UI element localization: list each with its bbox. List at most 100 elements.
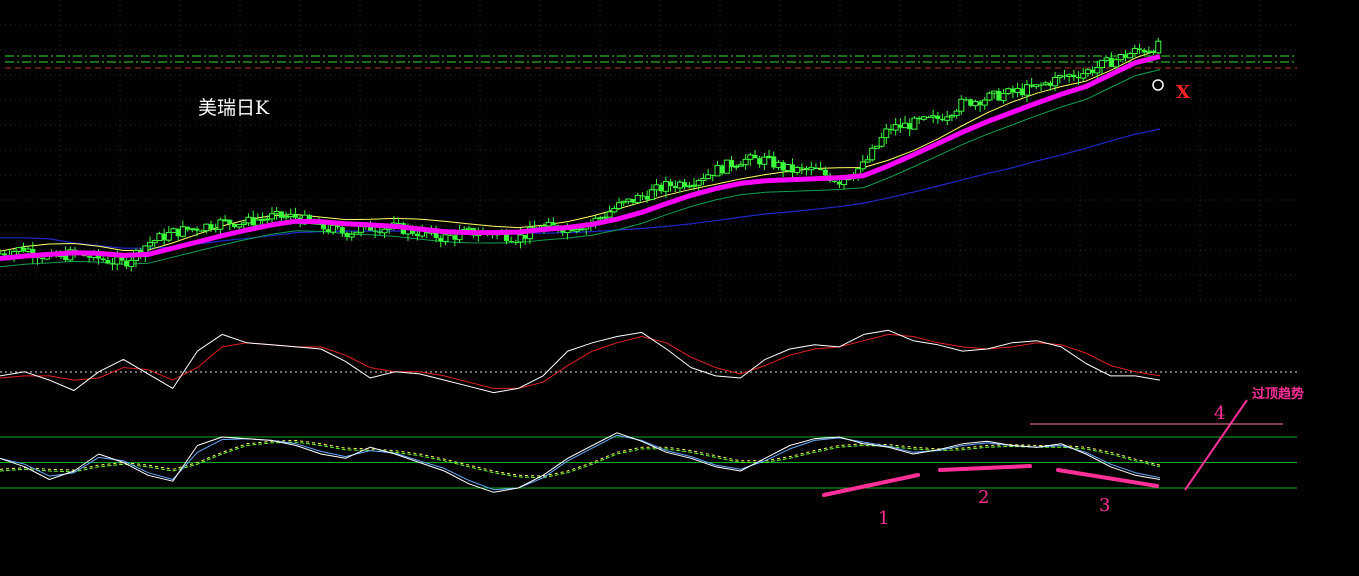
x-marker: X bbox=[1176, 82, 1190, 103]
candle-body-up bbox=[1023, 84, 1030, 96]
osc-green-line bbox=[0, 441, 1161, 479]
candle-body-down bbox=[396, 223, 402, 225]
candle-body-up bbox=[329, 224, 336, 233]
candle-body-down bbox=[508, 241, 514, 243]
candle-body-up bbox=[1052, 76, 1059, 87]
candle-body-up bbox=[156, 233, 163, 242]
candle-body-up bbox=[222, 219, 229, 222]
candle-body-down bbox=[832, 180, 838, 182]
candle-body-up bbox=[1094, 67, 1101, 74]
candle-body-down bbox=[292, 214, 298, 218]
candle-body-up bbox=[981, 99, 988, 106]
candle-body-up bbox=[653, 184, 660, 191]
candle-body-up bbox=[114, 256, 121, 265]
candle-body-up bbox=[1042, 82, 1049, 86]
candle-body-down bbox=[639, 195, 645, 197]
candle-body-up bbox=[358, 226, 365, 233]
candle-body-up bbox=[794, 166, 801, 174]
candle-body-up bbox=[714, 165, 721, 177]
candle-body-up bbox=[1103, 57, 1110, 61]
candle-body-up bbox=[911, 117, 918, 130]
candle-body-up bbox=[944, 116, 951, 121]
candle-body-up bbox=[1000, 93, 1007, 101]
candle-body-down bbox=[668, 181, 674, 187]
candle-body-up bbox=[615, 202, 622, 209]
label-1: 1 bbox=[878, 508, 889, 529]
candle-body-down bbox=[0, 253, 3, 255]
candle-body-down bbox=[935, 115, 941, 119]
candle-body-down bbox=[2, 253, 8, 256]
candle-body-up bbox=[1084, 69, 1091, 75]
candle-body-up bbox=[883, 128, 890, 139]
price-pane bbox=[0, 37, 1162, 272]
candle-body-up bbox=[859, 161, 866, 170]
candle-body-up bbox=[1099, 59, 1105, 69]
candle-body-down bbox=[208, 224, 214, 230]
candle-body-up bbox=[128, 259, 135, 267]
candle-body-up bbox=[972, 101, 979, 107]
candle-body-up bbox=[747, 154, 754, 160]
candle-body-up bbox=[203, 223, 210, 232]
candle-body-up bbox=[761, 156, 768, 165]
candle-body-up bbox=[1127, 53, 1134, 59]
candle-body-up bbox=[268, 213, 275, 220]
candle-body-up bbox=[869, 147, 876, 161]
candle-body-up bbox=[1113, 59, 1120, 68]
grid bbox=[0, 0, 1297, 305]
candle-body-up bbox=[165, 231, 172, 241]
candle-body-up bbox=[775, 161, 782, 168]
candle-body-up bbox=[878, 137, 885, 147]
candle-body-up bbox=[1080, 73, 1087, 79]
candle-body-down bbox=[105, 260, 111, 264]
ma-green-line bbox=[0, 69, 1161, 268]
trend-line-3 bbox=[1056, 468, 1159, 488]
candle-body-up bbox=[723, 159, 730, 174]
candle-body-up bbox=[1131, 47, 1138, 55]
candle-body-up bbox=[986, 92, 993, 101]
candle-body-up bbox=[1005, 88, 1012, 95]
candle-body-up bbox=[517, 234, 524, 243]
candle-body-down bbox=[1071, 74, 1077, 77]
candle-body-up bbox=[442, 234, 449, 242]
kdj-pane bbox=[0, 329, 1297, 394]
candle-body-up bbox=[892, 124, 899, 131]
candle-body-up bbox=[634, 194, 641, 203]
candle-body-up bbox=[676, 181, 683, 189]
candle-body-up bbox=[784, 163, 791, 172]
kdj-white-line bbox=[0, 329, 1161, 394]
candle-body-down bbox=[227, 219, 233, 224]
candle-body-up bbox=[170, 228, 177, 233]
candle-body-up bbox=[15, 247, 22, 252]
candle-body-up bbox=[648, 189, 655, 201]
candle-body-up bbox=[953, 110, 960, 116]
candle-body-up bbox=[1033, 84, 1040, 88]
candle-body-up bbox=[179, 226, 186, 237]
trend-annotations: 1 2 3 4 过顶趋势 bbox=[822, 386, 1304, 529]
stock-chart: 美瑞日K X 1 2 3 4 过顶趋势 bbox=[0, 0, 1304, 529]
candle-body-down bbox=[339, 227, 345, 233]
candle-body-up bbox=[1145, 50, 1152, 53]
label-4: 4 bbox=[1214, 403, 1225, 424]
candle-body-up bbox=[958, 98, 965, 112]
osc-pane bbox=[0, 432, 1297, 493]
trend-line-2 bbox=[938, 464, 1032, 472]
candle-body-up bbox=[189, 228, 196, 231]
candle-body-down bbox=[822, 169, 828, 176]
candle-body-up bbox=[991, 90, 998, 94]
candle-body-up bbox=[705, 174, 712, 180]
candle-body-down bbox=[813, 167, 819, 169]
candle-body-down bbox=[447, 234, 453, 236]
candle-body-up bbox=[25, 248, 32, 252]
candle-body-up bbox=[1066, 74, 1073, 77]
candle-body-up bbox=[1014, 88, 1021, 93]
trend-line-1 bbox=[822, 473, 920, 497]
candle-body-up bbox=[611, 207, 618, 213]
candle-body-down bbox=[550, 222, 556, 226]
candle-body-up bbox=[217, 219, 224, 230]
kdj-red-line bbox=[0, 333, 1161, 389]
candle-body-up bbox=[902, 122, 909, 129]
candle-body-up bbox=[766, 155, 773, 158]
candle-body-up bbox=[245, 216, 252, 224]
candle-body-up bbox=[465, 227, 472, 230]
candle-body-down bbox=[963, 99, 969, 101]
